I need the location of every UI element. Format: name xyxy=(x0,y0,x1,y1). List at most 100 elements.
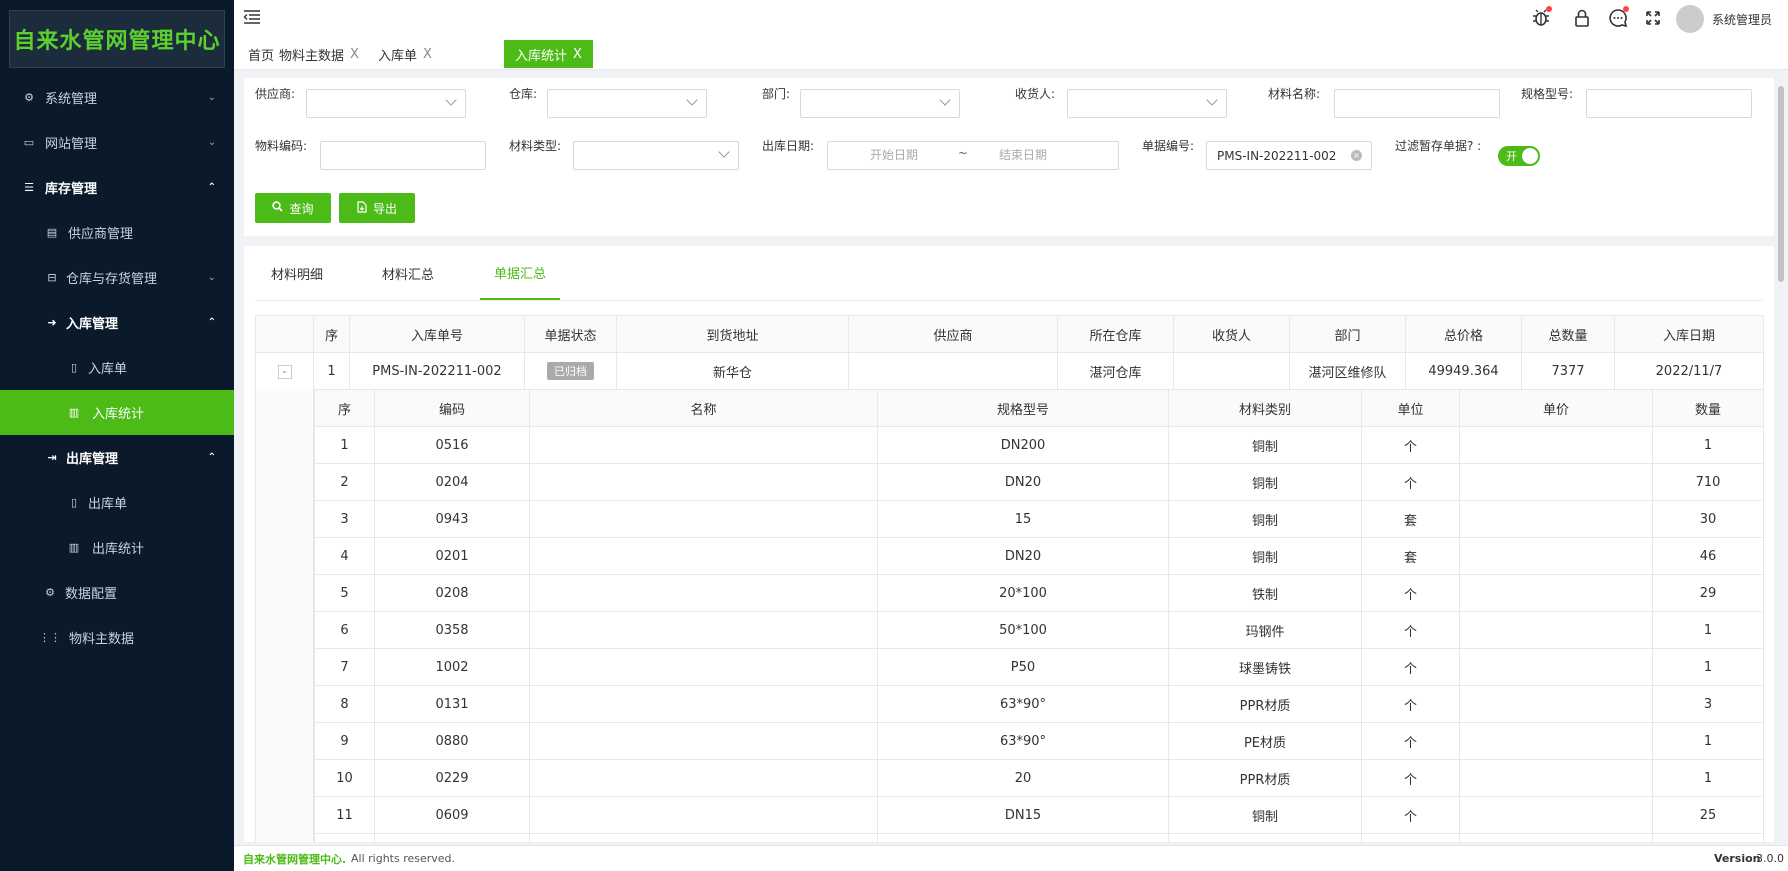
tab-doc-summary[interactable]: 单据汇总 xyxy=(480,246,561,300)
bug-icon[interactable] xyxy=(1531,6,1552,28)
message-icon[interactable] xyxy=(1608,6,1629,28)
receiver-select[interactable] xyxy=(1067,89,1227,118)
table-header[interactable]: 入库日期 xyxy=(1614,315,1764,353)
table-row[interactable]: 6 0358 50*100 玛钢件个 1 xyxy=(314,611,1764,649)
table-cell: P50 xyxy=(877,648,1169,686)
table-cell xyxy=(529,685,878,723)
table-header[interactable]: 部门 xyxy=(1289,315,1406,353)
table-row[interactable]: 8 0131 63*90° PPR材质个 3 xyxy=(314,685,1764,723)
doc-no-label: 单据编号: xyxy=(1142,139,1195,153)
supplier-select[interactable] xyxy=(306,89,466,118)
date-range-picker[interactable]: 开始日期 ~ 结束日期 xyxy=(827,141,1119,170)
sidebar-item-outbound-stats[interactable]: ▥ 出库统计 xyxy=(0,525,234,570)
table-cell: 0943 xyxy=(374,500,530,538)
table-row[interactable]: 10 0229 20 PPR材质个 1 xyxy=(314,759,1764,797)
avatar[interactable] xyxy=(1676,5,1704,33)
table-cell: 个 xyxy=(1361,426,1460,464)
sidebar-item-inventory[interactable]: ☰ 库存管理 ⌃ xyxy=(0,165,234,210)
table-row[interactable]: 11 0609 DN15 铜制个 25 xyxy=(314,796,1764,834)
table-header[interactable]: 数量 xyxy=(1652,389,1764,427)
sidebar-item-supplier[interactable]: ▤ 供应商管理 xyxy=(0,210,234,255)
clear-icon[interactable]: × xyxy=(1351,150,1362,161)
table-header[interactable]: 单据状态 xyxy=(524,315,617,353)
table-header[interactable]: 编码 xyxy=(374,389,530,427)
table-cell: 新华仓 xyxy=(616,352,849,390)
table-header[interactable]: 入库单号 xyxy=(349,315,525,353)
sidebar-item-system[interactable]: ⚙ 系统管理 ⌄ xyxy=(0,75,234,120)
sidebar-item-warehouse[interactable]: ⊟ 仓库与存货管理 ⌄ xyxy=(0,255,234,300)
sidebar-item-label: 入库统计 xyxy=(92,407,145,422)
table-row[interactable]: 2 0204 DN20 铜制个 710 xyxy=(314,463,1764,501)
sign-in-icon: ➜ xyxy=(47,316,57,329)
material-type-select[interactable] xyxy=(573,141,739,170)
lock-icon[interactable] xyxy=(1573,8,1591,28)
material-name-input[interactable] xyxy=(1334,89,1500,118)
table-header[interactable]: 单价 xyxy=(1459,389,1653,427)
table-header[interactable]: 规格型号 xyxy=(877,389,1169,427)
export-button[interactable]: 导出 xyxy=(339,193,415,223)
tab-material-master[interactable]: 物料主数据 X xyxy=(268,40,370,68)
sidebar-item-website[interactable]: ▭ 网站管理 ⌄ xyxy=(0,120,234,165)
filter-draft-toggle[interactable]: 开 xyxy=(1498,146,1540,166)
top-header: 系统管理员 xyxy=(234,0,1788,36)
sidebar-item-data-config[interactable]: ⚙ 数据配置 xyxy=(0,570,234,615)
doc-no-input[interactable]: PMS-IN-202211-002 × xyxy=(1206,141,1372,170)
table-header[interactable]: 总数量 xyxy=(1521,315,1615,353)
fullscreen-icon[interactable] xyxy=(1645,10,1661,26)
table-row[interactable]: 5 0208 20*100 铁制个 29 xyxy=(314,574,1764,612)
close-icon[interactable]: X xyxy=(350,47,359,62)
close-icon[interactable]: X xyxy=(423,47,432,62)
tab-inbound-stats[interactable]: 入库统计 X xyxy=(504,40,593,68)
collapse-button[interactable]: - xyxy=(277,364,292,379)
table-row[interactable]: 7 1002 P50 球墨铸铁个 1 xyxy=(314,648,1764,686)
table-row[interactable]: - 1 PMS-IN-202211-002 已归档 新华仓 湛河仓库 湛河区维修… xyxy=(255,352,1764,390)
table-cell: 个 xyxy=(1361,685,1460,723)
table-header[interactable]: 到货地址 xyxy=(616,315,849,353)
table-row[interactable]: 120127PVC弯头P63PVC材质个6.52812 xyxy=(314,833,1764,842)
toggle-knob xyxy=(1522,148,1538,164)
sidebar-item-outbound[interactable]: ⇥ 出库管理 ⌃ xyxy=(0,435,234,480)
table-header[interactable]: 单位 xyxy=(1361,389,1460,427)
table-cell: 63*90° xyxy=(877,685,1169,723)
table-row[interactable]: 3 0943 15 铜制套 30 xyxy=(314,500,1764,538)
table-header[interactable]: 供应商 xyxy=(848,315,1058,353)
sidebar-item-label: 入库单 xyxy=(88,362,128,377)
sidebar-item-inbound[interactable]: ➜ 入库管理 ⌃ xyxy=(0,300,234,345)
document-icon: ▯ xyxy=(70,496,78,509)
table-header[interactable]: 所在仓库 xyxy=(1057,315,1174,353)
department-select[interactable] xyxy=(800,89,960,118)
sidebar-item-outbound-doc[interactable]: ▯ 出库单 xyxy=(0,480,234,525)
sidebar-item-material-master[interactable]: ⋮⋮ 物料主数据 xyxy=(0,615,234,660)
chevron-down-icon xyxy=(718,146,730,158)
chevron-down-icon xyxy=(686,94,698,106)
table-row[interactable]: 1 0516 DN200 铜制个 1 xyxy=(314,426,1764,464)
table-cell: 套 xyxy=(1361,500,1460,538)
material-code-label: 物料编码: xyxy=(255,139,308,153)
table-header[interactable]: 总价格 xyxy=(1405,315,1522,353)
sidebar-item-label: 仓库与存货管理 xyxy=(66,272,158,287)
search-button[interactable]: 查询 xyxy=(255,193,331,223)
table-row[interactable]: 4 0201 DN20 铜制套 46 xyxy=(314,537,1764,575)
tab-material-summary[interactable]: 材料汇总 xyxy=(382,246,434,301)
table-header[interactable]: 名称 xyxy=(529,389,878,427)
user-name[interactable]: 系统管理员 xyxy=(1712,11,1772,28)
warehouse-select[interactable] xyxy=(547,89,707,118)
tab-inbound-doc[interactable]: 入库单 X xyxy=(367,40,443,68)
sidebar-item-inbound-doc[interactable]: ▯ 入库单 xyxy=(0,345,234,390)
close-icon[interactable]: X xyxy=(573,47,582,62)
table-header[interactable]: 收货人 xyxy=(1173,315,1290,353)
table-cell: 49949.364 xyxy=(1405,352,1522,390)
date-start-placeholder[interactable]: 开始日期 xyxy=(870,146,918,163)
table-row[interactable]: 9 0880 63*90° PE材质个 1 xyxy=(314,722,1764,760)
table-cell xyxy=(1459,500,1653,538)
export-button-label: 导出 xyxy=(372,201,397,216)
sidebar-item-inbound-stats[interactable]: ▥ 入库统计 xyxy=(0,390,234,435)
menu-collapse-icon[interactable] xyxy=(243,8,261,26)
page-scrollbar[interactable] xyxy=(1778,86,1784,282)
table-header[interactable]: 材料类别 xyxy=(1168,389,1362,427)
tab-material-detail[interactable]: 材料明细 xyxy=(271,246,323,301)
spec-input[interactable] xyxy=(1586,89,1752,118)
date-end-placeholder[interactable]: 结束日期 xyxy=(999,146,1047,163)
material-code-input[interactable] xyxy=(320,141,486,170)
sidebar-item-label: 出库单 xyxy=(88,497,128,512)
